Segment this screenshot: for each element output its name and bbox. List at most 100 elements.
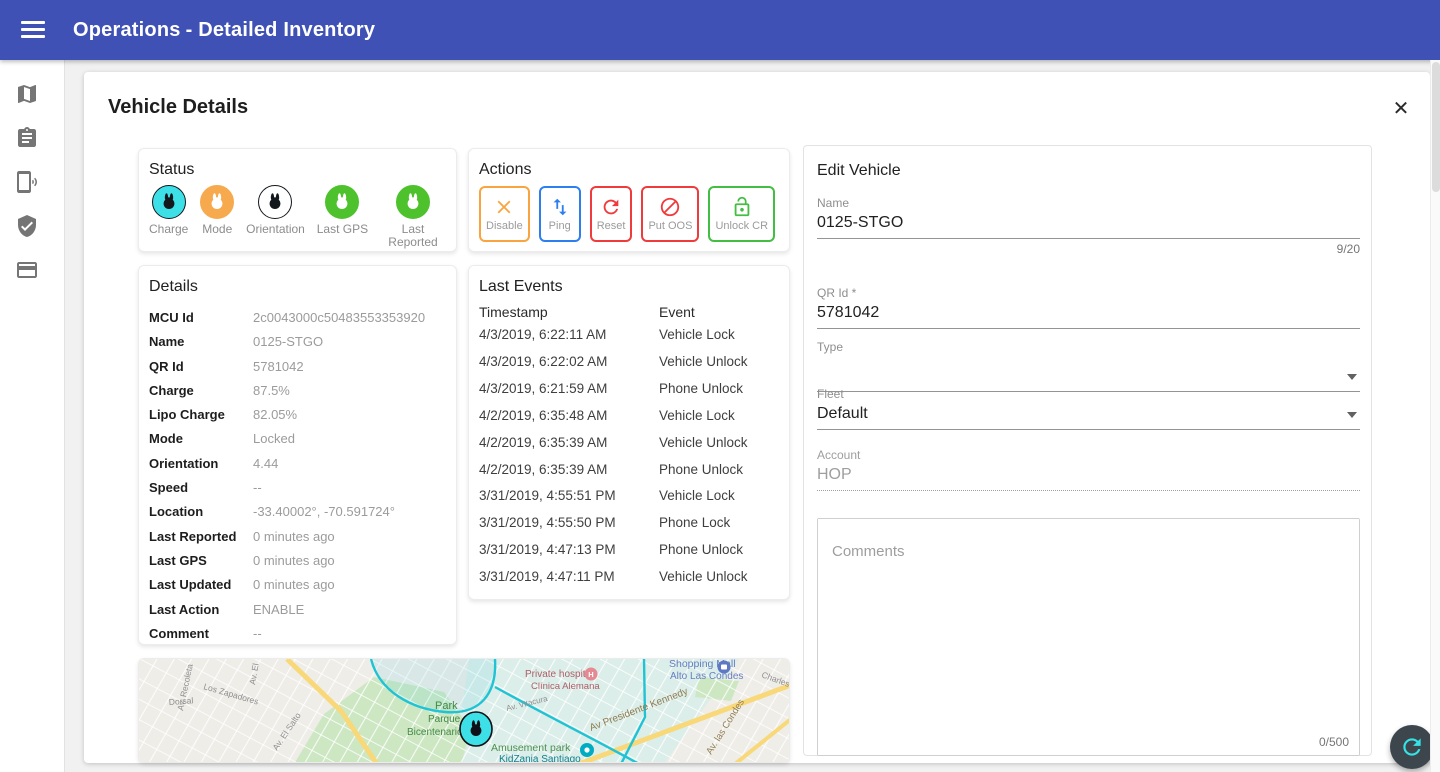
event-timestamp: 4/3/2019, 6:22:02 AM xyxy=(479,349,659,376)
detail-value: 0 minutes ago xyxy=(253,573,446,597)
fleet-select[interactable] xyxy=(817,401,1360,430)
app-title-secondary: - Detailed Inventory xyxy=(186,19,376,41)
status-label: Orientation xyxy=(246,223,305,236)
event-timestamp: 4/2/2019, 6:35:39 AM xyxy=(479,457,659,484)
detail-label: Speed xyxy=(149,476,253,500)
detail-label: Name xyxy=(149,330,253,354)
page-title: Vehicle Details xyxy=(108,96,248,119)
detail-label: MCU Id xyxy=(149,306,253,330)
status-item-charge: Charge xyxy=(149,185,188,249)
table-row: Last GPS0 minutes ago xyxy=(149,549,446,573)
last-events-card: Last Events Timestamp Event 4/3/2019, 6:… xyxy=(468,265,790,600)
rabbit-icon xyxy=(207,192,227,212)
table-row: ModeLocked xyxy=(149,427,446,451)
detail-value: -- xyxy=(253,476,446,500)
refresh-icon xyxy=(1399,734,1425,760)
rabbit-icon xyxy=(403,192,423,212)
vehicle-location-marker[interactable] xyxy=(460,712,492,746)
events-table: 4/3/2019, 6:22:11 AMVehicle Lock 4/3/201… xyxy=(469,322,789,591)
detail-label: QR Id xyxy=(149,355,253,379)
sidebar-item-security[interactable] xyxy=(0,204,64,248)
table-row: Last Reported0 minutes ago xyxy=(149,525,446,549)
unlock-cr-button[interactable]: Unlock CR xyxy=(708,186,775,242)
close-icon[interactable]: ✕ xyxy=(1389,97,1413,121)
map-park-label: Parque xyxy=(428,714,461,725)
lock-open-icon xyxy=(731,196,753,218)
events-col-timestamp: Timestamp xyxy=(479,304,659,320)
name-field[interactable] xyxy=(817,210,1360,239)
qr-id-field[interactable] xyxy=(817,300,1360,329)
refresh-icon xyxy=(600,196,622,218)
map-icon xyxy=(15,82,39,106)
chevron-down-icon[interactable] xyxy=(1347,412,1357,418)
table-row: Charge87.5% xyxy=(149,379,446,403)
sidebar-item-inventory[interactable] xyxy=(0,116,64,160)
event-timestamp: 4/2/2019, 6:35:48 AM xyxy=(479,403,659,430)
map-amusement-label: Amusement park xyxy=(491,742,571,754)
reset-button[interactable]: Reset xyxy=(590,186,633,242)
actions-row: Disable Ping Reset Put OOS Unlock CR xyxy=(469,185,789,243)
credit-card-icon xyxy=(15,258,39,282)
vehicle-map[interactable]: Dorsal Av. Recoleta Los Zapadores Av. El… xyxy=(138,658,790,763)
detail-label: Location xyxy=(149,500,253,524)
scrollbar-thumb[interactable] xyxy=(1432,62,1440,192)
event-name: Vehicle Unlock xyxy=(659,349,779,376)
rabbit-icon xyxy=(265,192,285,212)
detail-value: ENABLE xyxy=(253,598,446,622)
comments-field-group: 0/500 xyxy=(817,518,1360,756)
table-row: 3/31/2019, 4:47:13 PMPhone Unlock xyxy=(469,537,789,564)
qr-field-group: QR Id * xyxy=(817,286,1360,329)
status-item-orientation: Orientation xyxy=(246,185,305,249)
map-mall-label: Alto Las Condes xyxy=(670,671,743,682)
event-name: Vehicle Unlock xyxy=(659,564,779,591)
disable-button[interactable]: Disable xyxy=(479,186,530,242)
status-row: Charge Mode Orientation Last GPS Last Re… xyxy=(139,185,456,249)
account-field xyxy=(817,462,1360,491)
table-row: 4/2/2019, 6:35:39 AMPhone Unlock xyxy=(469,457,789,484)
detail-value: 4.44 xyxy=(253,452,446,476)
table-row: 4/3/2019, 6:22:02 AMVehicle Unlock xyxy=(469,349,789,376)
table-row: Last Updated0 minutes ago xyxy=(149,573,446,597)
page-scrollbar[interactable] xyxy=(1430,60,1440,772)
menu-icon[interactable] xyxy=(21,21,45,39)
chevron-down-icon[interactable] xyxy=(1347,374,1357,380)
fleet-field-group: Fleet xyxy=(817,387,1360,430)
detail-label: Orientation xyxy=(149,452,253,476)
actions-card: Actions Disable Ping Reset Put OOS xyxy=(468,148,790,252)
detail-value: Locked xyxy=(253,427,446,451)
detail-value: -- xyxy=(253,622,446,646)
detail-label: Last Updated xyxy=(149,573,253,597)
event-name: Phone Unlock xyxy=(659,537,779,564)
import-export-icon xyxy=(549,196,571,218)
sidebar-item-map[interactable] xyxy=(0,72,64,116)
last-reported-status-icon xyxy=(396,185,430,219)
status-card: Status Charge Mode Orientation Last GPS xyxy=(138,148,457,252)
status-label: Last Reported xyxy=(380,223,446,249)
status-label: Mode xyxy=(202,223,232,236)
map-hospital-label: Private hospital xyxy=(525,669,593,680)
put-oos-button[interactable]: Put OOS xyxy=(641,186,699,242)
action-label: Ping xyxy=(549,220,571,232)
sidebar-item-payments[interactable] xyxy=(0,248,64,292)
refresh-fab-button[interactable] xyxy=(1390,725,1434,769)
status-item-last-gps: Last GPS xyxy=(317,185,368,249)
table-row: Lipo Charge82.05% xyxy=(149,403,446,427)
name-field-group: Name 9/20 xyxy=(817,196,1360,256)
side-nav xyxy=(0,60,65,772)
events-col-event: Event xyxy=(659,304,779,320)
app-window: Operations- Detailed Inventory Vehicle D… xyxy=(0,0,1440,772)
ping-button[interactable]: Ping xyxy=(539,186,581,242)
detail-label: Lipo Charge xyxy=(149,403,253,427)
table-row: 4/3/2019, 6:22:11 AMVehicle Lock xyxy=(469,322,789,349)
close-icon xyxy=(493,196,515,218)
event-name: Vehicle Lock xyxy=(659,322,779,349)
type-label: Type xyxy=(817,340,1360,354)
event-name: Phone Lock xyxy=(659,510,779,537)
detail-value: 5781042 xyxy=(253,355,446,379)
event-timestamp: 4/3/2019, 6:21:59 AM xyxy=(479,376,659,403)
sidebar-item-devices[interactable] xyxy=(0,160,64,204)
detail-label: Last Action xyxy=(149,598,253,622)
comments-field[interactable] xyxy=(818,519,1359,755)
account-label: Account xyxy=(817,448,1360,462)
rabbit-icon xyxy=(159,192,179,212)
